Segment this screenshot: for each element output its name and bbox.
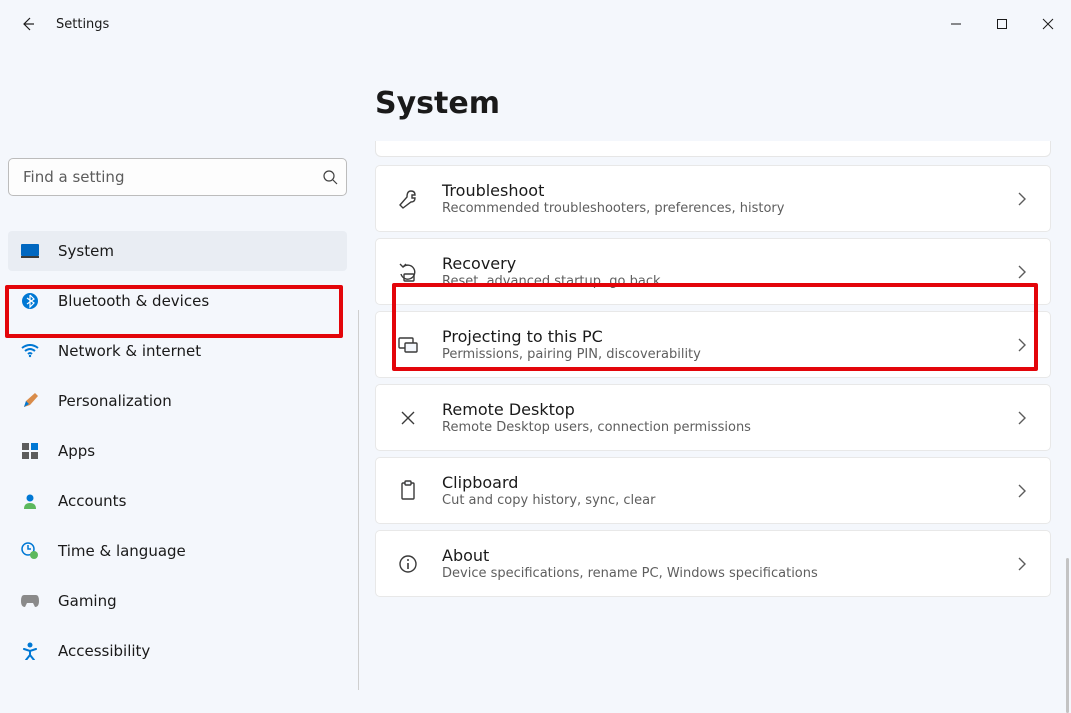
- page-title: System: [375, 86, 1051, 121]
- card-recovery[interactable]: Recovery Reset, advanced startup, go bac…: [375, 238, 1051, 305]
- card-subtitle: Permissions, pairing PIN, discoverabilit…: [442, 347, 992, 362]
- chevron-right-icon: [1014, 483, 1030, 499]
- card-subtitle: Device specifications, rename PC, Window…: [442, 566, 992, 581]
- card-about[interactable]: About Device specifications, rename PC, …: [375, 530, 1051, 597]
- titlebar: Settings: [0, 0, 1071, 48]
- minimize-button[interactable]: [933, 8, 979, 40]
- wrench-icon: [396, 187, 420, 211]
- sidebar-item-personalization[interactable]: Personalization: [8, 381, 347, 421]
- sidebar: System Bluetooth & devices Network & int…: [0, 48, 355, 688]
- sidebar-item-bluetooth[interactable]: Bluetooth & devices: [8, 281, 347, 321]
- sidebar-item-label: Apps: [58, 442, 95, 460]
- card-title: Projecting to this PC: [442, 327, 992, 346]
- sidebar-item-network[interactable]: Network & internet: [8, 331, 347, 371]
- sidebar-item-gaming[interactable]: Gaming: [8, 581, 347, 621]
- card-subtitle: Reset, advanced startup, go back: [442, 274, 992, 289]
- close-button[interactable]: [1025, 8, 1071, 40]
- card-troubleshoot[interactable]: Troubleshoot Recommended troubleshooters…: [375, 165, 1051, 232]
- back-button[interactable]: [12, 8, 44, 40]
- maximize-button[interactable]: [979, 8, 1025, 40]
- arrow-left-icon: [20, 16, 36, 32]
- card-title: Remote Desktop: [442, 400, 992, 419]
- card-subtitle: Recommended troubleshooters, preferences…: [442, 201, 992, 216]
- search-icon: [322, 169, 338, 185]
- recovery-icon: [396, 260, 420, 284]
- card-title: Recovery: [442, 254, 992, 273]
- sidebar-item-label: Network & internet: [58, 342, 201, 360]
- card-subtitle: Remote Desktop users, connection permiss…: [442, 420, 992, 435]
- scrollbar[interactable]: [1066, 558, 1069, 713]
- close-icon: [1042, 18, 1054, 30]
- app-title: Settings: [56, 17, 109, 32]
- gamepad-icon: [20, 591, 40, 611]
- sidebar-item-label: Gaming: [58, 592, 117, 610]
- sidebar-item-time-language[interactable]: Time & language: [8, 531, 347, 571]
- card-clipboard[interactable]: Clipboard Cut and copy history, sync, cl…: [375, 457, 1051, 524]
- chevron-right-icon: [1014, 191, 1030, 207]
- search-box[interactable]: [8, 158, 347, 196]
- wifi-icon: [20, 341, 40, 361]
- search-input[interactable]: [23, 168, 322, 186]
- clock-globe-icon: [20, 541, 40, 561]
- system-icon: [20, 241, 40, 261]
- card-title: Clipboard: [442, 473, 992, 492]
- card-projecting[interactable]: Projecting to this PC Permissions, pairi…: [375, 311, 1051, 378]
- maximize-icon: [996, 18, 1008, 30]
- info-icon: [396, 552, 420, 576]
- accessibility-icon: [20, 641, 40, 661]
- sidebar-item-label: System: [58, 242, 114, 260]
- sidebar-item-accounts[interactable]: Accounts: [8, 481, 347, 521]
- minimize-icon: [950, 18, 962, 30]
- sidebar-item-label: Accessibility: [58, 642, 150, 660]
- chevron-right-icon: [1014, 556, 1030, 572]
- main-content: System Troubleshoot Recommended troubles…: [355, 48, 1071, 688]
- person-icon: [20, 491, 40, 511]
- sidebar-item-label: Personalization: [58, 392, 172, 410]
- chevron-right-icon: [1014, 264, 1030, 280]
- card-title: Troubleshoot: [442, 181, 992, 200]
- remote-desktop-icon: [396, 406, 420, 430]
- paintbrush-icon: [20, 391, 40, 411]
- projecting-icon: [396, 333, 420, 357]
- clipboard-icon: [396, 479, 420, 503]
- sidebar-item-apps[interactable]: Apps: [8, 431, 347, 471]
- card-subtitle: Cut and copy history, sync, clear: [442, 493, 992, 508]
- bluetooth-icon: [20, 291, 40, 311]
- sidebar-item-system[interactable]: System: [8, 231, 347, 271]
- sidebar-item-accessibility[interactable]: Accessibility: [8, 631, 347, 671]
- sidebar-item-label: Time & language: [58, 542, 186, 560]
- sidebar-item-label: Accounts: [58, 492, 126, 510]
- card-title: About: [442, 546, 992, 565]
- sidebar-item-label: Bluetooth & devices: [58, 292, 209, 310]
- chevron-right-icon: [1014, 337, 1030, 353]
- chevron-right-icon: [1014, 410, 1030, 426]
- card-partial-above[interactable]: [375, 141, 1051, 157]
- apps-icon: [20, 441, 40, 461]
- card-remote-desktop[interactable]: Remote Desktop Remote Desktop users, con…: [375, 384, 1051, 451]
